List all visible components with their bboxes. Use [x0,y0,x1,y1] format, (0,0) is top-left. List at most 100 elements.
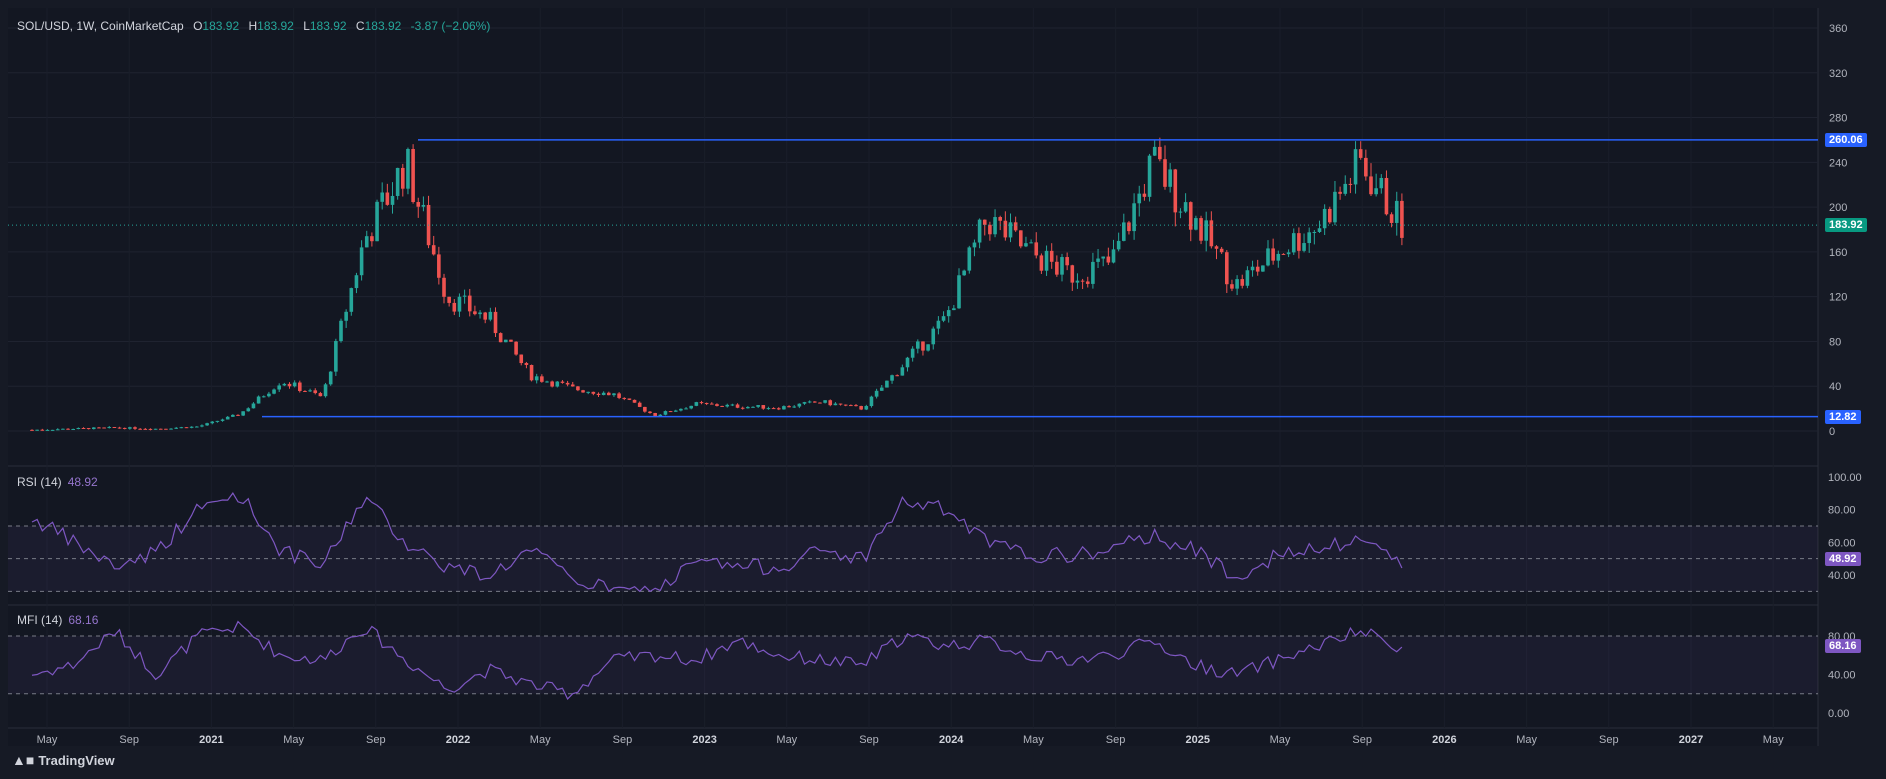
candle-body [1225,252,1229,285]
candle-body [354,275,359,289]
candle-body [61,428,65,430]
price-axis-label: 0 [1829,426,1835,438]
candle-body [401,167,405,189]
candle-body [1302,243,1306,251]
candle-body [225,416,230,420]
time-axis-label: May [1763,734,1784,746]
time-axis-label: Sep [613,734,633,746]
candle-body [478,312,482,315]
candle-body [1122,222,1126,241]
candle-body [1333,191,1337,223]
candle-body [1008,222,1013,238]
mfi-axis-label: 40.00 [1828,670,1856,682]
candle-body [946,310,951,317]
candle-body [627,398,632,400]
candle-body [771,408,776,410]
candle-body [241,411,245,416]
candle-body [375,201,379,242]
candle-body [540,376,544,382]
candle-body [107,427,112,429]
candle-body [148,428,153,430]
candle-body [1085,281,1090,284]
candle-body [607,392,611,396]
mfi-title[interactable]: MFI (14) 68.16 [17,613,98,627]
candle-body [184,427,189,429]
price-axis-label: 40 [1829,381,1841,393]
candle-body [406,148,410,189]
candle-body [957,275,961,309]
candle-body [272,389,276,394]
candle-body [1199,218,1203,241]
candle-body [76,427,81,430]
candle-body [483,312,487,320]
chart-canvas[interactable]: 360 320 280 240 200 160 120 80 40 0 100.00 80.00 60.… [0,0,1886,779]
rsi-label: RSI (14) [17,475,62,489]
candle-body [169,428,173,430]
candle-body [514,341,518,355]
candle-body [251,403,256,409]
candle-body [282,383,287,386]
candle-body [1276,253,1281,261]
candle-body [1379,177,1384,189]
candle-body [1142,193,1147,197]
candle-body [1358,149,1363,158]
indicator-bands [8,525,1818,695]
tradingview-logo[interactable]: ▲■ TradingView [12,752,115,768]
candle-body [287,383,292,387]
candle-body [962,270,966,276]
candle-body [1384,177,1389,215]
candle-body [1214,246,1219,249]
candle-body [643,406,647,412]
candle-body [1019,230,1023,247]
candle-body [756,405,760,407]
candle-body [746,406,750,409]
candle-body [699,402,704,404]
high-label: H [248,19,258,33]
low-value: 183.92 [309,19,347,33]
candle-body [885,380,889,388]
candle-body [1173,169,1178,213]
candle-body [813,401,817,403]
candle-body [493,311,498,334]
candle-body [179,427,184,429]
time-axis-label: May [283,734,304,746]
candle-body [200,425,204,427]
high-value: 183.92 [257,19,294,33]
candle-body [35,429,39,431]
candle-body [1338,191,1342,194]
candle-body [910,348,915,358]
candle-body [1132,203,1136,232]
candle-body [385,192,390,205]
candle-body [576,386,580,391]
candle-body [560,381,565,383]
candle-body [740,407,745,409]
candle-body [97,427,101,429]
rsi-value: 48.92 [67,475,98,489]
candle-body [1168,169,1172,187]
brand-label: TradingView [38,752,115,768]
candle-body [133,427,137,429]
current-price-tag: 183.92 [1825,218,1867,232]
candle-body [349,288,354,312]
mfi-value: 68.16 [68,613,99,627]
candle-body [442,277,446,297]
candle-body [993,217,997,235]
rsi-title[interactable]: RSI (14) 48.92 [17,475,98,489]
candle-body [1307,232,1311,244]
candle-body [153,428,158,430]
mfi-label: MFI (14) [17,613,63,627]
candle-body [86,428,91,430]
time-axis-label: 2026 [1432,734,1456,746]
candle-body [823,400,827,403]
candle-body [519,354,524,364]
candle-body [339,320,343,342]
candle-body [328,371,333,385]
candle-body [1147,155,1152,197]
candle-body [622,397,627,399]
candle-body [1137,193,1142,204]
price-axis-label: 320 [1829,68,1847,80]
price-axis-label: 120 [1829,292,1847,304]
candle-body [787,406,791,408]
candle-body [761,405,766,409]
candle-body [988,224,992,235]
